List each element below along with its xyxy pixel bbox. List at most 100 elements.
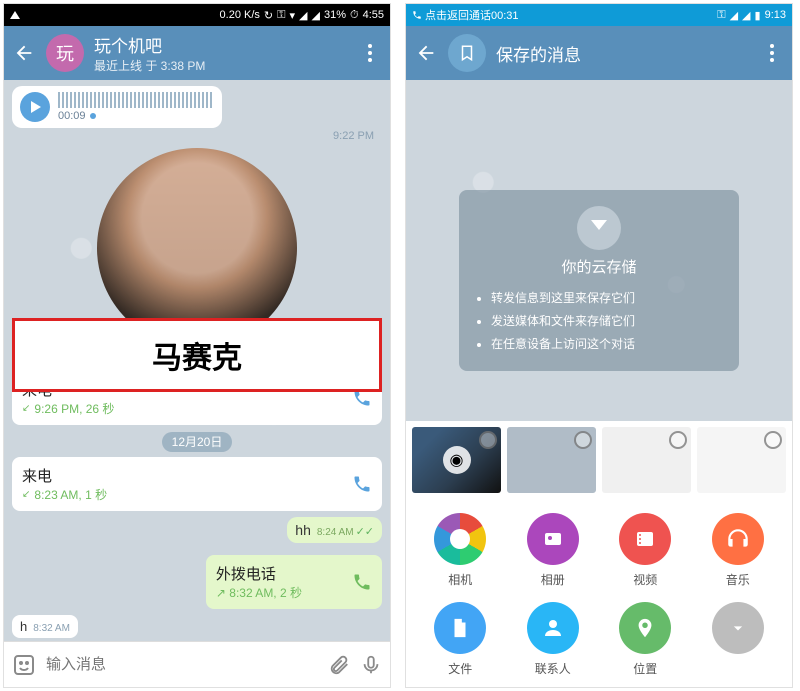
message-text: hh [295,522,311,538]
call-detail: 9:26 PM, 26 秒 [34,400,114,417]
saved-messages-avatar[interactable] [448,34,486,72]
location-icon [619,602,671,654]
alarm-icon: ⏱ [350,9,359,22]
call-detail: 8:32 AM, 2 秒 [229,586,302,600]
phone-right: 点击返回通话00:31 ⚿ ◢ ◢ ▮ 9:13 保存的消息 你的云存储 转发信… [405,3,793,688]
net-speed: 0.20 K/s [220,9,260,21]
read-ticks-icon: ✓✓ [356,526,374,538]
battery-icon: ▮ [755,9,761,22]
recent-photos-strip: ◉ [406,421,792,499]
incoming-message[interactable]: h 8:32 AM [12,615,382,638]
cloud-bullet: 发送媒体和文件来存储它们 [491,310,725,333]
more-menu-button[interactable] [358,44,382,62]
call-title: 外拨电话 [216,563,302,584]
camera-icon [434,513,486,565]
gallery-icon [527,513,579,565]
attach-contact[interactable]: 联系人 [507,602,600,677]
wifi-icon: ▾ [289,9,295,22]
return-to-call-banner[interactable]: 点击返回通话00:31 [412,7,519,23]
chat-subtitle: 最近上线 于 3:38 PM [94,57,348,74]
status-bar[interactable]: 点击返回通话00:31 ⚿ ◢ ◢ ▮ 9:13 [406,4,792,26]
header-titles[interactable]: 保存的消息 [496,41,750,66]
photo-thumb[interactable] [507,427,596,493]
outgoing-message[interactable]: hh 8:24 AM✓✓ [12,517,382,543]
attach-file[interactable]: 文件 [414,602,507,677]
bookmark-icon [458,44,476,62]
call-log-incoming[interactable]: 来电 ↙ 8:23 AM, 1 秒 [12,457,382,511]
battery-pct: 31% [324,9,346,21]
call-log-outgoing[interactable]: 外拨电话 ↗ 8:32 AM, 2 秒 [206,555,382,609]
outgoing-arrow-icon: ↗ [216,586,226,600]
status-bar: 0.20 K/s ↻ ⚿ ▾ ◢ ◢ 31% ⏱ 4:55 [4,4,390,26]
unread-dot-icon [90,113,96,119]
chat-messages[interactable]: 你的云存储 转发信息到这里来保存它们 发送媒体和文件来存储它们 在任意设备上访问… [406,80,792,421]
select-ring-icon[interactable] [764,431,782,449]
select-ring-icon[interactable] [479,431,497,449]
signal-icon: ◢ [299,9,307,22]
chat-header: 玩 玩个机吧 最近上线 于 3:38 PM [4,26,390,80]
attach-gallery[interactable]: 相册 [507,513,600,588]
photo-thumb[interactable]: ◉ [412,427,501,493]
warning-icon [10,11,20,19]
attach-icon[interactable] [328,654,350,676]
round-video-message[interactable]: 马赛克 [12,148,382,348]
contact-avatar[interactable]: 玩 [46,34,84,72]
attach-location[interactable]: 位置 [599,602,692,677]
select-ring-icon[interactable] [574,431,592,449]
header-titles[interactable]: 玩个机吧 最近上线 于 3:38 PM [94,32,348,74]
message-input[interactable] [46,656,318,673]
attach-video[interactable]: 视频 [599,513,692,588]
cloud-storage-hint: 你的云存储 转发信息到这里来保存它们 发送媒体和文件来存储它们 在任意设备上访问… [459,190,739,371]
voice-duration: 00:09 [58,110,86,122]
voice-message[interactable]: 00:09 [12,86,222,128]
music-icon [712,513,764,565]
sticker-icon[interactable] [12,653,36,677]
message-time: 9:22 PM [12,130,374,142]
attach-more[interactable] [692,602,785,677]
date-separator: 12月20日 [12,433,382,451]
incoming-arrow-icon: ↙ [22,403,30,414]
sync-icon: ↻ [264,9,273,22]
signal-icon: ◢ [742,9,750,22]
message-input-bar [4,641,390,687]
mic-icon[interactable] [360,654,382,676]
phone-left: 0.20 K/s ↻ ⚿ ▾ ◢ ◢ 31% ⏱ 4:55 玩 玩个机吧 最近上… [3,3,391,688]
camera-icon: ◉ [443,446,471,474]
select-ring-icon[interactable] [669,431,687,449]
chat-title: 玩个机吧 [94,32,348,57]
message-time: 8:24 AM [317,527,354,538]
contact-icon [527,602,579,654]
cloud-download-icon [577,206,621,250]
waveform [58,92,214,108]
cloud-bullet: 在任意设备上访问这个对话 [491,333,725,356]
message-text: h [20,619,27,634]
key-icon: ⚿ [277,9,285,22]
signal-icon: ◢ [311,9,319,22]
key-icon: ⚿ [717,9,725,22]
clock: 9:13 [765,9,786,21]
call-title: 来电 [22,465,352,486]
phone-icon[interactable] [352,474,372,494]
censor-overlay: 马赛克 [12,318,382,392]
cloud-title: 你的云存储 [473,256,725,277]
attach-camera[interactable]: 相机 [414,513,507,588]
chat-title: 保存的消息 [496,41,750,66]
back-button[interactable] [414,41,438,65]
phone-icon[interactable] [352,572,372,592]
attachment-grid: 相机 相册 视频 音乐 文件 联系人 位置 [406,499,792,687]
back-button[interactable] [12,41,36,65]
more-menu-button[interactable] [760,44,784,62]
incoming-arrow-icon: ↙ [22,489,30,500]
chat-header: 保存的消息 [406,26,792,80]
video-icon [619,513,671,565]
signal-icon: ◢ [730,9,738,22]
attach-music[interactable]: 音乐 [692,513,785,588]
call-detail: 8:23 AM, 1 秒 [34,486,107,503]
file-icon [434,602,486,654]
play-icon[interactable] [20,92,50,122]
chat-messages[interactable]: 00:09 9:22 PM 马赛克 00:07 9:22 PM 来电 ↙9:26… [4,80,390,641]
photo-thumb[interactable] [602,427,691,493]
photo-thumb[interactable] [697,427,786,493]
cloud-bullet: 转发信息到这里来保存它们 [491,287,725,310]
message-time: 8:32 AM [33,623,70,634]
